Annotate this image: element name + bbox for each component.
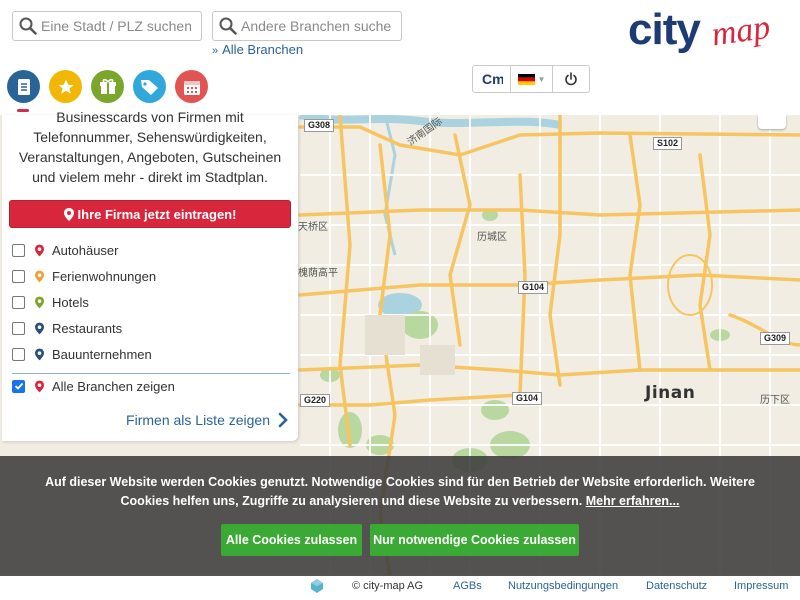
register-company-button[interactable]: Ihre Firma jetzt eintragen! <box>9 200 291 228</box>
all-branches-link[interactable]: » Alle Branchen <box>212 42 303 57</box>
district-label: 槐荫高平 <box>298 268 338 279</box>
intro-line: Telefonnummer, Sehenswürdigkeiten, <box>33 129 267 145</box>
district-label: 天桥区 <box>298 222 328 233</box>
cookie-text: Auf dieser Website werden Cookies genutz… <box>20 473 780 511</box>
citymap-badge-icon: Cm <box>482 71 503 87</box>
map-pin-icon <box>35 296 44 308</box>
checkbox[interactable] <box>12 269 25 283</box>
branch-label: Autohäuser <box>52 242 119 258</box>
citymap-page: { "header": { "city_search_placeholder":… <box>0 0 800 600</box>
check-icon <box>14 382 23 390</box>
citymap-logo[interactable]: city map <box>628 4 788 60</box>
nav-list-button[interactable] <box>7 70 40 103</box>
map-pin-icon <box>35 244 44 256</box>
checkbox[interactable] <box>12 321 25 335</box>
branch-label: Bauunternehmen <box>52 346 152 362</box>
checkbox[interactable] <box>12 295 25 309</box>
star-icon <box>58 79 73 94</box>
branch-filter-bauunternehmen[interactable]: Bauunternehmen <box>12 344 152 364</box>
branch-filter-hotels[interactable]: Hotels <box>12 292 89 312</box>
power-button[interactable] <box>553 66 589 92</box>
district-label: 历城区 <box>477 232 507 243</box>
language-select[interactable]: ▼ <box>511 66 553 92</box>
accept-all-cookies-button[interactable]: Alle Cookies zulassen <box>221 524 362 556</box>
road-badge: G220 <box>300 394 331 407</box>
branch-filter-all[interactable]: Alle Branchen zeigen <box>12 376 175 396</box>
district-label: 历下区 <box>760 395 790 406</box>
map-pin-icon <box>63 207 74 221</box>
intro-line: und vielem mehr - direkt im Stadtplan. <box>32 169 268 185</box>
footer-link-agb[interactable]: AGBs <box>453 580 482 592</box>
show-as-list-label: Firmen als Liste zeigen <box>126 412 270 428</box>
map-pin-icon <box>35 380 44 392</box>
show-as-list-link[interactable]: Firmen als Liste zeigen <box>126 412 288 428</box>
double-chevron-icon: » <box>212 45 219 57</box>
road-badge: S102 <box>653 137 683 150</box>
map-zoom-control[interactable] <box>758 115 786 129</box>
cookie-more-link[interactable]: Mehr erfahren... <box>586 494 680 508</box>
footer-link-terms[interactable]: Nutzungsbedingungen <box>508 580 618 592</box>
globe-icon[interactable] <box>310 579 324 593</box>
city-name-label: Jinan <box>645 383 696 403</box>
citymap-badge-button[interactable]: Cm <box>473 66 511 92</box>
branch-search-field[interactable] <box>212 11 402 41</box>
all-branches-label[interactable]: Alle Branchen <box>222 42 303 57</box>
search-icon <box>19 17 37 35</box>
branch-label: Restaurants <box>52 320 123 336</box>
nav-favorites-button[interactable] <box>49 70 82 103</box>
road-badge: G104 <box>512 392 543 405</box>
nav-events-button[interactable] <box>175 70 208 103</box>
list-icon <box>17 78 30 95</box>
copyright-text: © city-map AG <box>352 580 424 592</box>
search-icon <box>219 17 237 35</box>
checkbox[interactable] <box>12 243 25 257</box>
register-company-label: Ihre Firma jetzt eintragen! <box>77 206 237 222</box>
logo-city-text: city <box>628 5 701 54</box>
gift-icon <box>99 78 116 94</box>
divider <box>12 373 290 374</box>
footer: © city-map AG AGBs Nutzungsbedingungen D… <box>0 576 800 600</box>
checkbox-checked[interactable] <box>12 379 25 393</box>
toolbar-group: Cm ▼ <box>472 65 590 93</box>
sidebar-panel: Businesscards von Firmen mit Telefonnumm… <box>2 109 298 441</box>
branch-filter-autohaeuser[interactable]: Autohäuser <box>12 240 119 260</box>
road-badge: G309 <box>760 332 791 345</box>
city-search-field[interactable] <box>12 11 202 41</box>
branch-label: Alle Branchen zeigen <box>52 378 175 394</box>
city-search-input[interactable] <box>41 18 191 34</box>
road-badge: G104 <box>518 281 549 294</box>
intro-text: Businesscards von Firmen mit Telefonnumm… <box>2 107 298 187</box>
map-pin-icon <box>35 322 44 334</box>
footer-link-privacy[interactable]: Datenschutz <box>646 580 707 592</box>
power-icon <box>565 72 577 86</box>
branch-filter-ferienwohnungen[interactable]: Ferienwohnungen <box>12 266 156 286</box>
branch-label: Ferienwohnungen <box>52 268 157 284</box>
branch-filter-restaurants[interactable]: Restaurants <box>12 318 122 338</box>
german-flag-icon <box>517 73 535 85</box>
road-badge: G308 <box>304 119 335 132</box>
tag-icon <box>140 79 158 95</box>
intro-line: Veranstaltungen, Angeboten, Gutscheinen <box>18 149 282 165</box>
accept-necessary-cookies-button[interactable]: Nur notwendige Cookies zulassen <box>370 524 579 556</box>
map-pin-icon <box>35 270 44 282</box>
footer-link-imprint[interactable]: Impressum <box>734 580 788 592</box>
nav-offers-button[interactable] <box>133 70 166 103</box>
branch-label: Hotels <box>52 294 89 310</box>
checkbox[interactable] <box>12 347 25 361</box>
calendar-icon <box>183 80 200 95</box>
nav-vouchers-button[interactable] <box>91 70 124 103</box>
cookie-banner: Auf dieser Website werden Cookies genutz… <box>0 456 800 576</box>
branch-search-input[interactable] <box>241 18 391 34</box>
map-pin-icon <box>35 348 44 360</box>
logo-map-text: map <box>709 9 772 54</box>
logo-badge-text: Cm <box>482 71 503 87</box>
chevron-right-icon <box>278 412 288 428</box>
chevron-down-icon: ▼ <box>537 74 546 84</box>
intro-line: Businesscards von Firmen mit <box>56 109 244 125</box>
